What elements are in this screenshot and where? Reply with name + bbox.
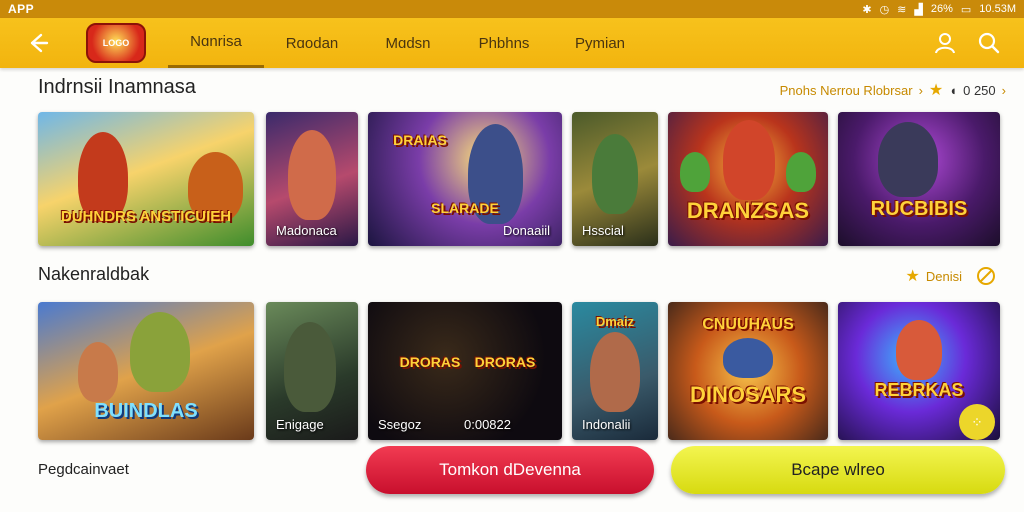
game-card-title: RUCBIBIS [870, 198, 968, 220]
alarm-icon: ◷ [879, 3, 890, 16]
section-title-featured: Indrnsii Inamnasa [38, 76, 196, 98]
arrow-left-icon [30, 33, 49, 53]
app-header: LOGO Nɑnrisa Rɑodan Mɑdsn Phbhns Pymian [0, 18, 1024, 68]
footer-label: Pegdcainvaet [38, 461, 129, 478]
section-link-recommended[interactable]: Denisi [926, 269, 962, 284]
status-bar: APP ✱ ◷ ≋ ▟ 26% ▭ 10.53M [0, 0, 1024, 18]
wifi-icon: ≋ [897, 3, 907, 16]
game-card-extra-caption: 0:00822 [464, 417, 511, 432]
status-time: 10.53M [979, 3, 1016, 15]
user-icon [935, 33, 955, 54]
game-card-title: BUINDLAS [94, 400, 198, 422]
battery-icon: ▭ [960, 3, 972, 16]
rating-count: 0 250 [963, 82, 996, 98]
game-card[interactable]: Enigage [266, 302, 358, 440]
star-icon: ★ [928, 82, 944, 99]
location-icon: ◖ [949, 82, 958, 98]
tab-5[interactable]: Pymian [552, 18, 648, 68]
tab-4[interactable]: Phbhns [456, 18, 552, 68]
no-entry-icon[interactable] [976, 266, 996, 286]
game-card[interactable]: RUCBIBIS [838, 112, 1000, 246]
app-logo[interactable]: LOGO [86, 23, 146, 63]
chevron-right-icon[interactable]: › [1002, 83, 1006, 98]
status-app-label: APP [8, 2, 35, 16]
section-link-featured[interactable]: Pnohs Nerrou Rlobrsar [780, 83, 913, 98]
secondary-action-button[interactable]: Bcape wlreo [671, 446, 1005, 494]
game-card-title: REBRKAS [874, 380, 964, 400]
primary-action-button[interactable]: Tomkon dDevenna [366, 446, 654, 494]
game-card-title: DINOSARS [689, 382, 807, 407]
game-card-title: Dmaiz [595, 314, 635, 329]
profile-button[interactable] [932, 30, 958, 56]
game-card[interactable]: DUHNDRS ANSTICUIEH [38, 112, 254, 246]
game-card-caption: Enigage [276, 417, 324, 432]
game-card-caption: Madonaca [276, 223, 337, 238]
game-card[interactable]: DRORAS DRORAS Ssegoz 0:00822 [368, 302, 562, 440]
bluetooth-icon: ✱ [862, 3, 872, 16]
back-button[interactable] [18, 23, 58, 63]
chevron-right-icon[interactable]: › [919, 83, 923, 98]
game-card-title: SLARADE [431, 200, 499, 216]
dots-icon: ⁘ [971, 413, 983, 430]
game-card-caption: Donaaiil [503, 223, 550, 238]
game-card[interactable]: Dmaiz Indonalii [572, 302, 658, 440]
game-card-caption: Hsscial [582, 223, 624, 238]
tab-3[interactable]: Mɑdsn [360, 18, 456, 68]
more-options-button[interactable]: ⁘ [959, 404, 995, 440]
battery-percent: 26% [930, 3, 953, 15]
game-card-title: DUHNDRS ANSTICUIEH [60, 208, 232, 225]
tab-2[interactable]: Rɑodan [264, 18, 360, 68]
game-card[interactable]: DRANZSAS [668, 112, 828, 246]
section-title-recommended: Nakenraldbak [38, 264, 150, 284]
tab-1[interactable]: Nɑnrisa [168, 18, 264, 68]
game-card[interactable]: Madonaca [266, 112, 358, 246]
game-card[interactable]: DRAIAS SLARADE Donaaiil [368, 112, 562, 246]
game-card[interactable]: CNUUHAUS DINOSARS [668, 302, 828, 440]
game-card-caption: Ssegoz [378, 417, 422, 432]
game-card[interactable]: BUINDLAS [38, 302, 254, 440]
search-icon [978, 32, 1000, 54]
game-card-title: DRANZSAS [686, 198, 810, 223]
search-button[interactable] [976, 30, 1002, 56]
game-card-caption: Indonalii [582, 417, 631, 432]
tab-bar: Nɑnrisa Rɑodan Mɑdsn Phbhns Pymian [168, 18, 648, 68]
star-icon: ★ [905, 268, 920, 285]
signal-icon: ▟ [914, 3, 923, 16]
game-card[interactable]: Hsscial [572, 112, 658, 246]
